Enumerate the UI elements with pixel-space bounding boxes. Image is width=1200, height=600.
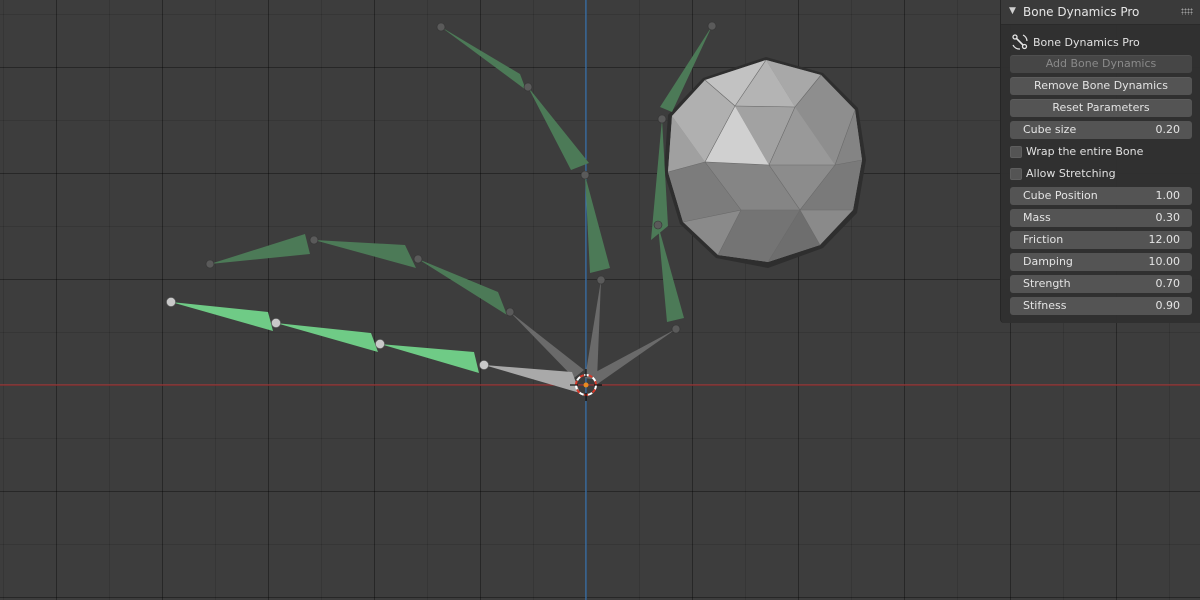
icosphere-mesh[interactable] [664,57,866,268]
friction-field[interactable]: Friction 12.00 [1010,231,1192,249]
damping-value: 10.00 [1148,255,1181,268]
reset-parameters-button[interactable]: Reset Parameters [1010,99,1192,117]
addon-title-row: Bone Dynamics Pro [1011,33,1191,51]
bone[interactable] [314,240,416,268]
mass-field[interactable]: Mass 0.30 [1010,209,1192,227]
stiffness-label: Stifness [1023,299,1067,312]
cube-size-value: 0.20 [1155,123,1181,136]
friction-value: 12.00 [1148,233,1181,246]
drag-handle-icon[interactable] [1181,8,1193,15]
mass-label: Mass [1023,211,1051,224]
stiffness-field[interactable]: Stifness 0.90 [1010,297,1192,315]
bone-tool-icon [1012,34,1028,50]
panel-title: Bone Dynamics Pro [1023,5,1140,19]
bone[interactable] [658,225,684,322]
cube-size-field[interactable]: Cube size 0.20 [1010,121,1192,139]
bone[interactable] [171,302,273,331]
panel-header[interactable]: ▼ Bone Dynamics Pro [1001,0,1200,25]
add-bone-dynamics-button[interactable]: Add Bone Dynamics [1010,55,1192,73]
damping-field[interactable]: Damping 10.00 [1010,253,1192,271]
triangle-down-icon[interactable]: ▼ [1009,6,1016,16]
damping-label: Damping [1023,255,1073,268]
strength-value: 0.70 [1155,277,1181,290]
bone-chain-upper-left[interactable] [210,234,584,378]
sidebar-panel: ▼ Bone Dynamics Pro Bone Dynamics Pro Ad… [1000,0,1200,323]
bone[interactable] [418,259,507,315]
friction-label: Friction [1023,233,1064,246]
remove-bone-dynamics-button[interactable]: Remove Bone Dynamics [1010,77,1192,95]
joint-markers [205,21,717,334]
bone[interactable] [592,329,676,385]
bone-chain-active[interactable] [171,302,580,393]
bone[interactable] [441,27,526,90]
bone[interactable] [276,323,378,352]
allow-stretching-checkbox-row[interactable]: Allow Stretching [1010,166,1192,182]
cube-position-label: Cube Position [1023,189,1098,202]
stiffness-value: 0.90 [1155,299,1181,312]
allow-stretching-label: Allow Stretching [1026,167,1116,180]
bone[interactable] [210,234,310,264]
cube-size-label: Cube size [1023,123,1077,136]
strength-label: Strength [1023,277,1071,290]
wrap-bone-label: Wrap the entire Bone [1026,145,1144,158]
wrap-bone-checkbox[interactable] [1010,146,1022,158]
bone[interactable] [380,344,479,373]
bone[interactable] [585,175,610,273]
cube-position-field[interactable]: Cube Position 1.00 [1010,187,1192,205]
wrap-bone-checkbox-row[interactable]: Wrap the entire Bone [1010,144,1192,160]
allow-stretching-checkbox[interactable] [1010,168,1022,180]
strength-field[interactable]: Strength 0.70 [1010,275,1192,293]
bone[interactable] [528,87,589,170]
cube-position-value: 1.00 [1155,189,1181,202]
bone[interactable] [585,280,601,380]
addon-title: Bone Dynamics Pro [1033,36,1140,49]
mass-value: 0.30 [1155,211,1181,224]
